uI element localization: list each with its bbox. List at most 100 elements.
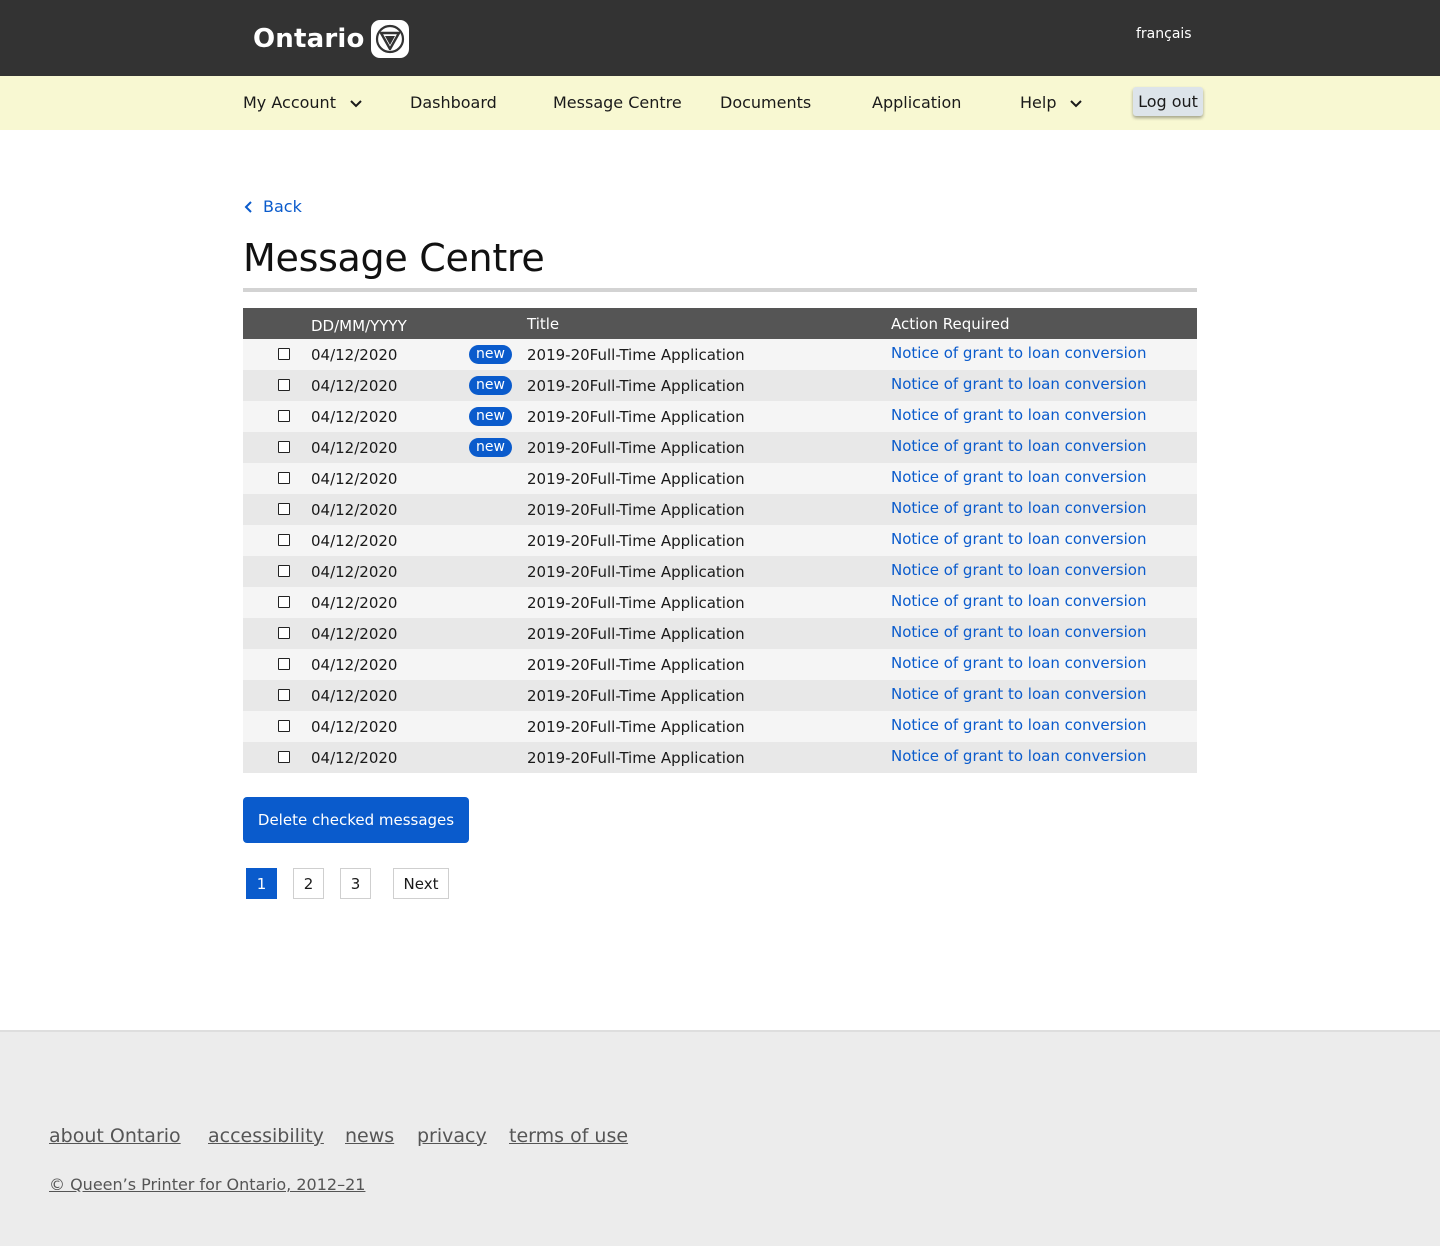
row-action-link[interactable]: Notice of grant to loan conversion: [891, 344, 1146, 362]
column-header-date: DD/MM/YYYY: [311, 317, 407, 335]
chevron-left-icon: [244, 200, 252, 213]
chevron-down-icon: [350, 99, 362, 107]
row-select-checkbox[interactable]: [278, 503, 290, 515]
table-row: 04/12/2020 new 2019-20Full-Time Applicatio…: [243, 370, 1197, 401]
footer-link-about[interactable]: about Ontario: [49, 1125, 181, 1147]
row-select-checkbox[interactable]: [278, 565, 290, 577]
page-2-button[interactable]: 2: [293, 868, 324, 899]
footer-link-news[interactable]: news: [345, 1125, 394, 1147]
next-page-button[interactable]: Next: [393, 868, 449, 899]
message-table: DD/MM/YYYY Title Action Required 04/12/2…: [243, 308, 1197, 773]
table-body: 04/12/2020 new 2019-20Full-Time Applicatio…: [243, 339, 1197, 773]
page-title: Message Centre: [243, 236, 545, 280]
footer-link-terms[interactable]: terms of use: [509, 1125, 628, 1147]
nav-application-label: Application: [872, 93, 962, 112]
table-row: 04/12/2020 2019-20Full-Time Application No…: [243, 494, 1197, 525]
row-action-link[interactable]: Notice of grant to loan conversion: [891, 747, 1146, 765]
nav-message-centre-label: Message Centre: [553, 93, 682, 112]
row-action-link[interactable]: Notice of grant to loan conversion: [891, 561, 1146, 579]
table-row: 04/12/2020 2019-20Full-Time Application No…: [243, 525, 1197, 556]
row-select-checkbox[interactable]: [278, 596, 290, 608]
nav-dashboard[interactable]: Dashboard: [410, 93, 497, 112]
delete-checked-button[interactable]: Delete checked messages: [243, 797, 469, 843]
row-select-checkbox[interactable]: [278, 627, 290, 639]
row-date: 04/12/2020: [311, 563, 398, 581]
title-divider: [243, 288, 1197, 292]
table-row: 04/12/2020 2019-20Full-Time Application No…: [243, 587, 1197, 618]
table-row: 04/12/2020 new 2019-20Full-Time Applicatio…: [243, 432, 1197, 463]
page-1-button[interactable]: 1: [246, 868, 277, 899]
new-badge: new: [469, 438, 512, 457]
row-select-checkbox[interactable]: [278, 534, 290, 546]
row-title: 2019-20Full-Time Application: [527, 439, 745, 457]
nav-dashboard-label: Dashboard: [410, 93, 497, 112]
row-select-checkbox[interactable]: [278, 658, 290, 670]
row-date: 04/12/2020: [311, 532, 398, 550]
row-title: 2019-20Full-Time Application: [527, 687, 745, 705]
new-badge: new: [469, 407, 512, 426]
page-3-button[interactable]: 3: [340, 868, 371, 899]
logout-button[interactable]: Log out: [1133, 87, 1203, 116]
main-nav: My Account Dashboard Message Centre Docu…: [0, 76, 1440, 130]
new-badge: new: [469, 345, 512, 364]
footer-link-accessibility[interactable]: accessibility: [208, 1125, 324, 1147]
row-select-checkbox[interactable]: [278, 348, 290, 360]
row-title: 2019-20Full-Time Application: [527, 594, 745, 612]
table-header: DD/MM/YYYY Title Action Required: [243, 308, 1197, 339]
ontario-logo[interactable]: Ontario: [253, 19, 409, 59]
row-action-link[interactable]: Notice of grant to loan conversion: [891, 468, 1146, 486]
row-date: 04/12/2020: [311, 749, 398, 767]
language-toggle-link[interactable]: français: [1136, 26, 1192, 42]
logo-text: Ontario: [253, 24, 365, 54]
row-title: 2019-20Full-Time Application: [527, 749, 745, 767]
row-action-link[interactable]: Notice of grant to loan conversion: [891, 499, 1146, 517]
row-date: 04/12/2020: [311, 408, 398, 426]
table-row: 04/12/2020 2019-20Full-Time Application No…: [243, 556, 1197, 587]
table-row: 04/12/2020 2019-20Full-Time Application No…: [243, 618, 1197, 649]
nav-documents[interactable]: Documents: [720, 93, 811, 112]
row-date: 04/12/2020: [311, 470, 398, 488]
row-action-link[interactable]: Notice of grant to loan conversion: [891, 437, 1146, 455]
row-action-link[interactable]: Notice of grant to loan conversion: [891, 406, 1146, 424]
back-link[interactable]: Back: [243, 197, 302, 216]
row-select-checkbox[interactable]: [278, 689, 290, 701]
row-title: 2019-20Full-Time Application: [527, 346, 745, 364]
row-action-link[interactable]: Notice of grant to loan conversion: [891, 592, 1146, 610]
nav-my-account[interactable]: My Account: [243, 93, 364, 112]
trillium-icon: [370, 20, 409, 58]
row-title: 2019-20Full-Time Application: [527, 408, 745, 426]
row-date: 04/12/2020: [311, 625, 398, 643]
row-action-link[interactable]: Notice of grant to loan conversion: [891, 375, 1146, 393]
copyright-link[interactable]: © Queen’s Printer for Ontario, 2012–21: [49, 1175, 365, 1194]
row-action-link[interactable]: Notice of grant to loan conversion: [891, 530, 1146, 548]
new-badge: new: [469, 376, 512, 395]
nav-help-label: Help: [1020, 93, 1057, 112]
row-select-checkbox[interactable]: [278, 410, 290, 422]
row-date: 04/12/2020: [311, 656, 398, 674]
table-row: 04/12/2020 new 2019-20Full-Time Applicatio…: [243, 401, 1197, 432]
site-footer: about Ontario accessibility news privacy…: [0, 1030, 1440, 1246]
row-select-checkbox[interactable]: [278, 472, 290, 484]
row-title: 2019-20Full-Time Application: [527, 656, 745, 674]
back-link-label: Back: [263, 197, 302, 216]
row-action-link[interactable]: Notice of grant to loan conversion: [891, 716, 1146, 734]
nav-application[interactable]: Application: [872, 93, 961, 112]
row-select-checkbox[interactable]: [278, 720, 290, 732]
nav-help[interactable]: Help: [1020, 93, 1084, 112]
chevron-down-icon: [1070, 99, 1083, 107]
row-select-checkbox[interactable]: [278, 379, 290, 391]
row-select-checkbox[interactable]: [278, 751, 290, 763]
row-date: 04/12/2020: [311, 439, 398, 457]
row-title: 2019-20Full-Time Application: [527, 501, 745, 519]
row-date: 04/12/2020: [311, 594, 398, 612]
row-date: 04/12/2020: [311, 346, 398, 364]
row-action-link[interactable]: Notice of grant to loan conversion: [891, 654, 1146, 672]
row-action-link[interactable]: Notice of grant to loan conversion: [891, 685, 1146, 703]
table-row: 04/12/2020 2019-20Full-Time Application No…: [243, 680, 1197, 711]
nav-message-centre[interactable]: Message Centre: [553, 93, 682, 112]
row-date: 04/12/2020: [311, 377, 398, 395]
footer-link-privacy[interactable]: privacy: [417, 1125, 487, 1147]
column-header-title: Title: [527, 315, 560, 333]
row-select-checkbox[interactable]: [278, 441, 290, 453]
row-action-link[interactable]: Notice of grant to loan conversion: [891, 623, 1146, 641]
